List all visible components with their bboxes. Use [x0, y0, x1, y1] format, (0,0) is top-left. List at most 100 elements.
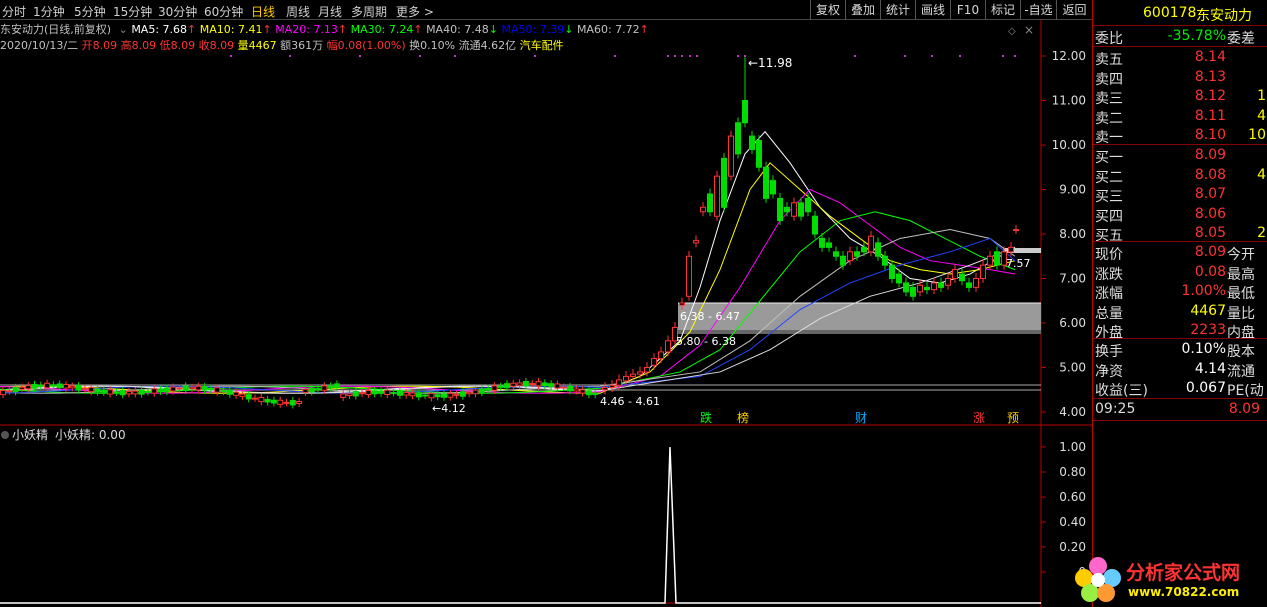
- candle-body: [585, 390, 592, 396]
- zone-label: 4.46 - 4.61: [600, 395, 660, 408]
- candle-body: [592, 392, 599, 396]
- signal-dot: [359, 55, 361, 57]
- zone-label: 6.38 - 6.47: [680, 310, 740, 323]
- candle-body: [415, 392, 422, 398]
- quote-label2: 内盘: [1227, 325, 1255, 341]
- watchlist-button[interactable]: -自选: [1020, 0, 1056, 20]
- candle-body: [277, 399, 284, 405]
- candle-body: [644, 367, 650, 373]
- candle-body: [491, 385, 498, 391]
- quote-row: 买三 8.07: [1093, 185, 1267, 205]
- candle-body: [308, 387, 315, 393]
- indicator-value: 小妖精: 0.00: [55, 428, 126, 442]
- candle-body: [812, 215, 818, 235]
- quote-label: 卖二: [1095, 110, 1123, 127]
- quote-label: 现价: [1095, 247, 1123, 263]
- signal-dot: [737, 55, 739, 57]
- quote-value: 8.12: [1194, 88, 1226, 104]
- period-tab-fenshi[interactable]: 分时: [2, 3, 26, 20]
- quote-volume: 4: [1257, 107, 1266, 124]
- quote-label2: 今开: [1227, 247, 1255, 263]
- quote-label: 买三: [1095, 189, 1123, 205]
- support-zone: [672, 330, 1041, 334]
- watermark-title: 分析家公式网: [1126, 562, 1241, 584]
- axis-tick-label: 0.60: [1059, 490, 1086, 504]
- quote-label: 净资: [1095, 363, 1123, 380]
- quote-label2: PE(动: [1227, 383, 1264, 399]
- quote-row: 收益(三) 0.067 PE(动: [1093, 379, 1267, 399]
- quote-value: 8.07: [1194, 186, 1226, 202]
- candle-body: [409, 392, 416, 397]
- tick-time: 09:25: [1095, 401, 1136, 417]
- candle-body: [868, 235, 874, 253]
- f10-button[interactable]: F10: [950, 0, 985, 20]
- fuquan-button[interactable]: 复权: [810, 0, 845, 20]
- candle-body: [315, 388, 321, 391]
- quote-label: 总量: [1095, 305, 1123, 322]
- candle-body: [302, 388, 309, 393]
- quote-label: 收益(三): [1095, 383, 1148, 399]
- weibi-value: -35.78%: [1167, 28, 1226, 44]
- stats-button[interactable]: 统计: [880, 0, 915, 20]
- period-tab-monthly[interactable]: 月线: [318, 3, 342, 20]
- candle-body: [390, 392, 397, 395]
- candle-body: [826, 242, 832, 248]
- candle-body: [1008, 246, 1014, 253]
- candle-body: [226, 389, 233, 395]
- candle-body: [749, 135, 755, 150]
- candle-body: [917, 284, 923, 293]
- quote-row: 卖四 8.13: [1093, 68, 1267, 88]
- candle-body: [903, 282, 909, 293]
- candle-body: [151, 388, 158, 394]
- period-tab-30min[interactable]: 30分钟: [158, 3, 197, 20]
- candle-body: [522, 381, 529, 387]
- candle-body: [100, 389, 107, 393]
- candle-body: [840, 255, 846, 266]
- period-tab-1min[interactable]: 1分钟: [33, 3, 65, 20]
- candle-body: [966, 282, 972, 288]
- quote-volume: 10: [1248, 127, 1266, 143]
- period-tab-more[interactable]: 更多 >: [396, 3, 434, 20]
- candle-body: [567, 385, 573, 392]
- quote-label: 买一: [1095, 150, 1123, 166]
- event-marker: 跌: [700, 410, 712, 425]
- candle-body: [289, 400, 296, 406]
- event-marker: 涨: [973, 410, 985, 425]
- period-tab-weekly[interactable]: 周线: [286, 3, 310, 20]
- quote-row: 换手 0.10% 股本: [1093, 340, 1267, 360]
- candle-body: [144, 390, 151, 393]
- candle-body: [321, 385, 328, 391]
- candle-body: [422, 394, 429, 397]
- kline-chart[interactable]: 12.00 11.00 10.00 9.00 8.00 7.00 6.00 5.00 4.00 1…: [0, 20, 1092, 607]
- candle-body: [195, 385, 202, 391]
- candle-body: [735, 122, 741, 155]
- back-button[interactable]: 返回: [1056, 0, 1092, 20]
- quote-label: 买二: [1095, 169, 1123, 186]
- signal-dot: [696, 55, 698, 57]
- signal-dot: [1002, 55, 1004, 57]
- axis-tick-label: 9.00: [1059, 183, 1086, 197]
- candle-body: [113, 391, 120, 394]
- candle-body: [959, 273, 965, 282]
- candle-body: [833, 251, 839, 257]
- tick-price: 8.09: [1228, 401, 1260, 417]
- quote-row: 涨幅 1.00% 最低: [1093, 282, 1267, 302]
- draw-button[interactable]: 画线: [915, 0, 950, 20]
- axis-tick-label: 7.00: [1059, 272, 1086, 286]
- candle-body: [371, 390, 378, 395]
- period-tab-60min[interactable]: 60分钟: [204, 3, 243, 20]
- signal-dot: [667, 55, 669, 57]
- period-tab-daily[interactable]: 日线: [251, 3, 275, 20]
- candle-body: [931, 282, 937, 291]
- overlay-button[interactable]: 叠加: [845, 0, 880, 20]
- period-tab-multi[interactable]: 多周期: [351, 3, 387, 20]
- quote-label: 外盘: [1095, 325, 1123, 341]
- period-tab-15min[interactable]: 15分钟: [113, 3, 152, 20]
- candle-body: [651, 358, 657, 366]
- period-tab-5min[interactable]: 5分钟: [74, 3, 106, 20]
- candle-body: [510, 382, 517, 387]
- ma5-line: [0, 130, 1016, 394]
- mark-button[interactable]: 标记: [985, 0, 1020, 20]
- quote-value: 8.05: [1194, 225, 1226, 241]
- candle-body: [233, 391, 240, 396]
